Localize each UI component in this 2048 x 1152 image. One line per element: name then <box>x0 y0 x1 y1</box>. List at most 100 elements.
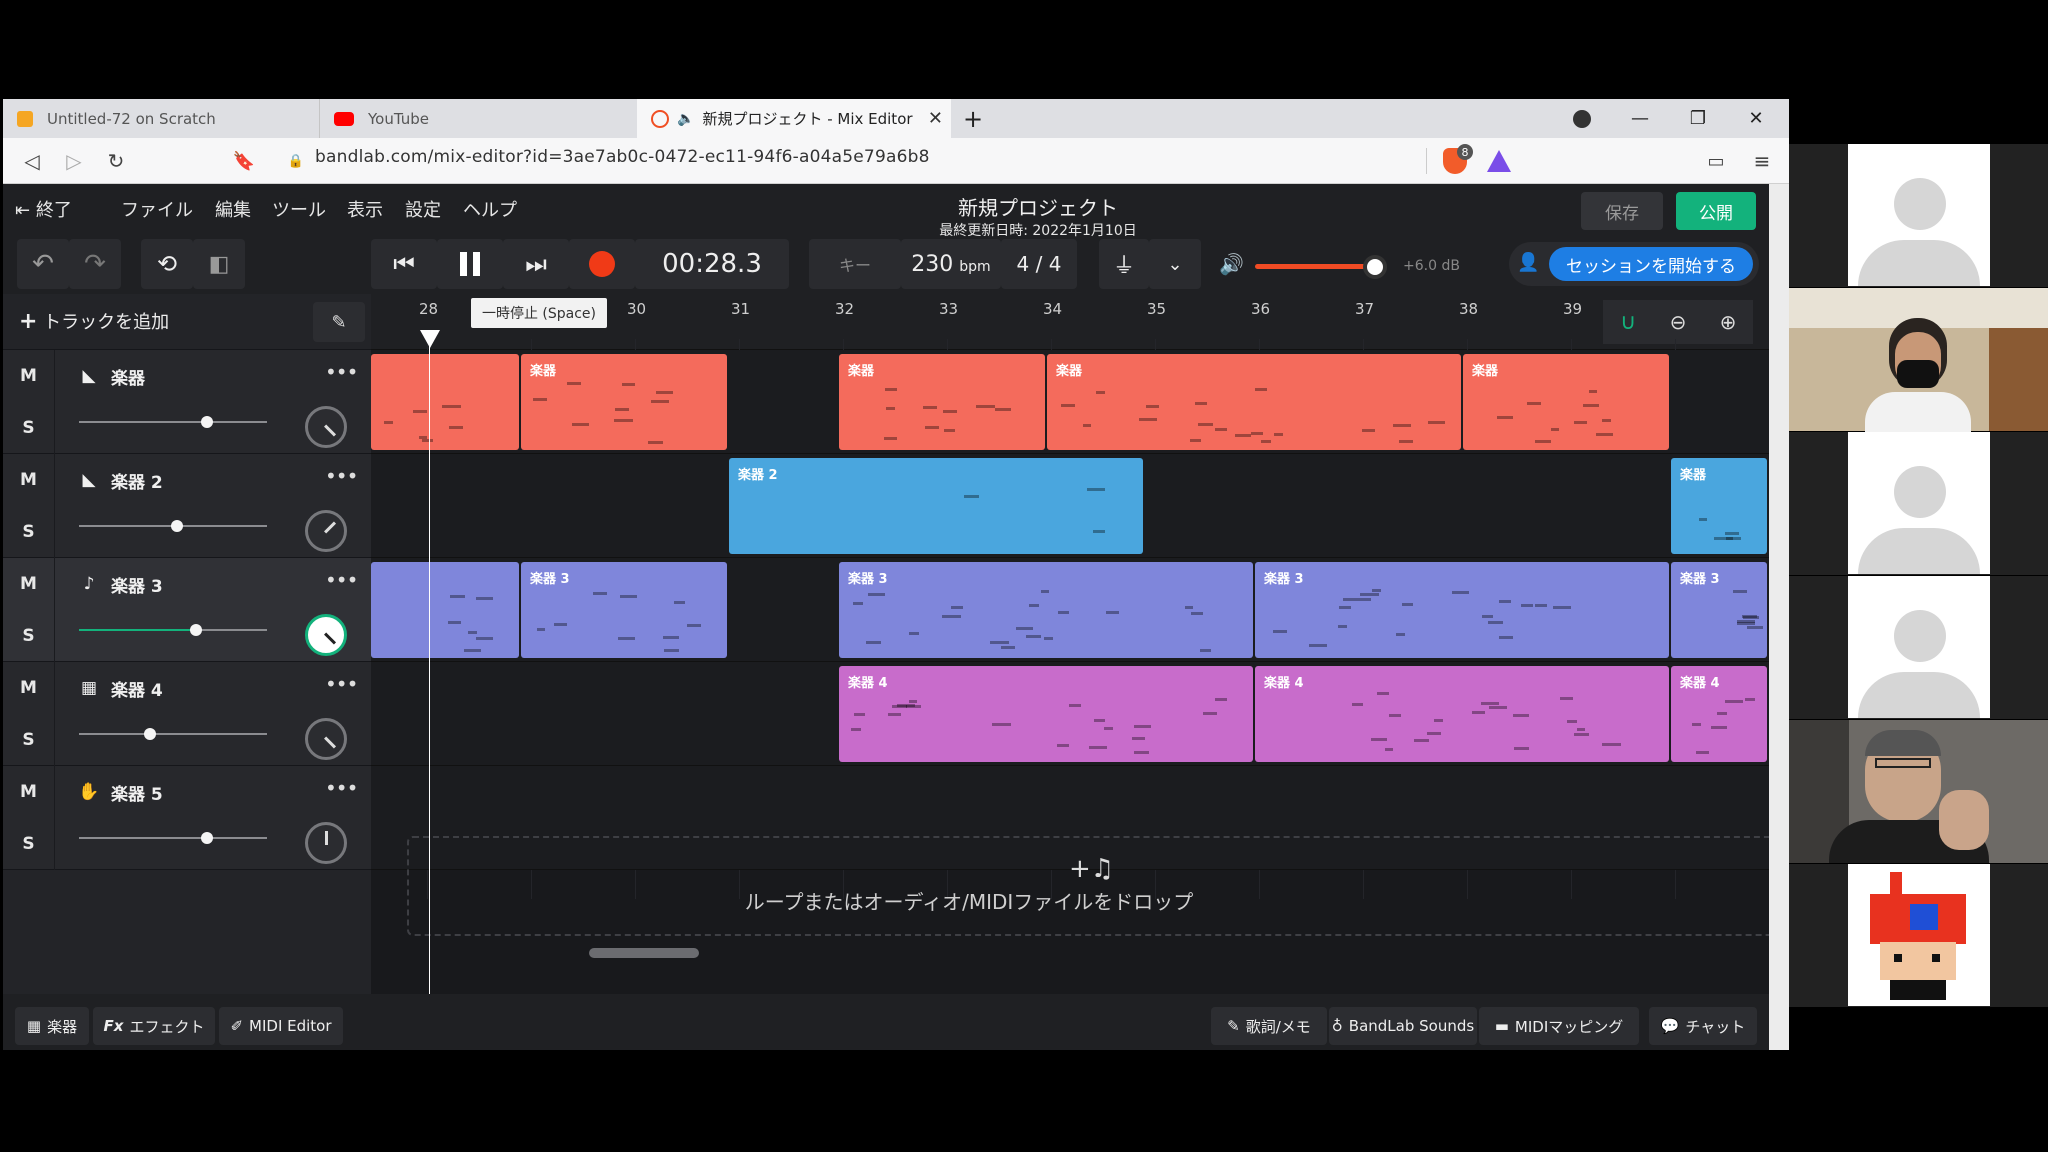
midi-clip[interactable]: 楽器 4 <box>839 666 1253 762</box>
pan-knob[interactable] <box>305 822 347 864</box>
new-tab-button[interactable]: + <box>953 99 993 138</box>
mute-button[interactable]: M <box>3 662 55 714</box>
volume-knob[interactable] <box>144 728 156 740</box>
chat-button[interactable]: 💬 チャット <box>1649 1007 1757 1045</box>
chevron-down-icon[interactable]: ⌄ <box>1149 239 1201 289</box>
more-icon[interactable]: ••• <box>325 360 358 384</box>
midi-clip[interactable]: 楽器 2 <box>729 458 1143 554</box>
horizontal-scrollbar[interactable] <box>589 948 699 958</box>
volume-slider[interactable] <box>79 837 267 839</box>
volume-slider[interactable] <box>79 733 267 735</box>
midi-clip[interactable] <box>371 354 519 450</box>
midi-clip[interactable]: 楽器 4 <box>1255 666 1669 762</box>
loop-button[interactable]: ⟲ <box>141 239 193 289</box>
forward-icon[interactable]: ▷ <box>59 146 89 176</box>
midi-clip[interactable]: 楽器 3 <box>521 562 727 658</box>
tab-scratch[interactable]: Untitled-72 on Scratch <box>3 99 319 138</box>
bandlab-sounds-button[interactable]: ♁ BandLab Sounds <box>1329 1007 1477 1045</box>
back-icon[interactable]: ◁ <box>17 146 47 176</box>
record-button[interactable] <box>569 239 635 289</box>
menu-view[interactable]: 表示 <box>347 196 383 222</box>
track-header[interactable]: M S ✋ 楽器 5 ••• <box>3 766 371 870</box>
zoom-out-icon[interactable]: ⊖ <box>1653 300 1703 344</box>
url-field[interactable]: bandlab.com/mix-editor?id=3ae7ab0c-0472-… <box>315 147 930 167</box>
restore-button[interactable]: ❐ <box>1669 99 1727 138</box>
playhead-handle[interactable] <box>420 330 440 348</box>
pan-knob[interactable] <box>305 406 347 448</box>
volume-slider[interactable] <box>79 629 267 631</box>
pan-knob[interactable] <box>305 614 347 656</box>
snap-magnet-icon[interactable]: ∪ <box>1603 300 1653 344</box>
drop-zone[interactable]: +♫ ループまたはオーディオ/MIDIファイルをドロップ <box>407 836 1769 936</box>
midi-mapping-button[interactable]: ▬ MIDIマッピング <box>1479 1007 1639 1045</box>
exit-button[interactable]: ⇤ 終了 <box>15 196 72 222</box>
midi-clip[interactable]: 楽器 <box>1047 354 1461 450</box>
solo-button[interactable]: S <box>3 714 55 766</box>
tab-mix-editor[interactable]: 🔈 新規プロジェクト - Mix Editor ✕ <box>637 99 951 138</box>
midi-clip[interactable]: 楽器 3 <box>1255 562 1669 658</box>
pan-knob[interactable] <box>305 718 347 760</box>
vertical-scrollbar[interactable] <box>1769 184 1789 1050</box>
menu-edit[interactable]: 編集 <box>215 196 251 222</box>
pause-button[interactable] <box>437 239 503 289</box>
playhead[interactable] <box>429 330 430 994</box>
menu-icon[interactable]: ≡ <box>1747 146 1777 176</box>
solo-button[interactable]: S <box>3 818 55 870</box>
volume-knob[interactable] <box>201 832 213 844</box>
minimize-button[interactable]: — <box>1611 99 1669 138</box>
instrument-button[interactable]: ▦ 楽器 <box>15 1007 89 1045</box>
track-name[interactable]: 楽器 <box>111 364 145 389</box>
track-header[interactable]: M S ▦ 楽器 4 ••• <box>3 662 371 766</box>
wallet-icon[interactable]: ▭ <box>1701 146 1731 176</box>
track-header[interactable]: M S ◣ 楽器 2 ••• <box>3 454 371 558</box>
tab-youtube[interactable]: YouTube <box>319 99 637 138</box>
midi-clip[interactable]: 楽器 3 <box>1671 562 1767 658</box>
volume-slider[interactable] <box>79 421 267 423</box>
solo-button[interactable]: S <box>3 506 55 558</box>
midi-clip[interactable]: 楽器 4 <box>1671 666 1767 762</box>
effects-button[interactable]: Fx エフェクト <box>93 1007 215 1045</box>
zoom-in-icon[interactable]: ⊕ <box>1703 300 1753 344</box>
add-track-button[interactable]: + トラックを追加 <box>19 308 169 334</box>
undo-button[interactable]: ↶ <box>17 239 69 289</box>
mute-button[interactable]: M <box>3 350 55 402</box>
project-title[interactable]: 新規プロジェクト <box>853 192 1223 221</box>
publish-button[interactable]: 公開 <box>1676 192 1756 230</box>
redo-button[interactable]: ↷ <box>69 239 121 289</box>
more-icon[interactable]: ••• <box>325 568 358 592</box>
track-header[interactable]: M S ♪ 楽器 3 ••• <box>3 558 371 662</box>
midi-clip[interactable] <box>371 562 519 658</box>
lyrics-button[interactable]: ✎ 歌詞/メモ <box>1211 1007 1327 1045</box>
midi-clip[interactable]: 楽器 <box>839 354 1045 450</box>
mute-button[interactable]: M <box>3 558 55 610</box>
midi-clip[interactable]: 楽器 <box>1671 458 1767 554</box>
close-window-button[interactable]: ✕ <box>1727 99 1785 138</box>
bookmark-icon[interactable]: 🔖 <box>229 146 259 176</box>
more-icon[interactable]: ••• <box>325 464 358 488</box>
save-button[interactable]: 保存 <box>1581 192 1663 230</box>
split-button[interactable]: ◧ <box>193 239 245 289</box>
volume-knob[interactable] <box>190 624 202 636</box>
mute-button[interactable]: M <box>3 454 55 506</box>
mute-button[interactable]: M <box>3 766 55 818</box>
tab-search-icon[interactable] <box>1553 99 1611 138</box>
midi-clip[interactable]: 楽器 <box>1463 354 1669 450</box>
time-signature[interactable]: 4 / 4 <box>1001 239 1077 289</box>
automation-icon[interactable]: ✎ <box>313 302 365 342</box>
tempo-display[interactable]: 230 bpm <box>901 239 1001 289</box>
start-session-button[interactable]: セッションを開始する <box>1549 247 1753 281</box>
menu-help[interactable]: ヘルプ <box>463 196 517 222</box>
midi-clip[interactable]: 楽器 <box>521 354 727 450</box>
volume-knob[interactable] <box>201 416 213 428</box>
menu-file[interactable]: ファイル <box>121 196 193 222</box>
menu-tools[interactable]: ツール <box>272 196 326 222</box>
key-selector[interactable]: キー <box>809 239 901 289</box>
metronome-button[interactable]: ⏚ <box>1099 239 1149 289</box>
midi-clip[interactable]: 楽器 3 <box>839 562 1253 658</box>
volume-knob[interactable] <box>171 520 183 532</box>
midi-editor-button[interactable]: ✐ MIDI Editor <box>219 1007 343 1045</box>
more-icon[interactable]: ••• <box>325 672 358 696</box>
reload-icon[interactable]: ↻ <box>101 146 131 176</box>
master-volume-knob[interactable] <box>1363 255 1387 279</box>
solo-button[interactable]: S <box>3 402 55 454</box>
